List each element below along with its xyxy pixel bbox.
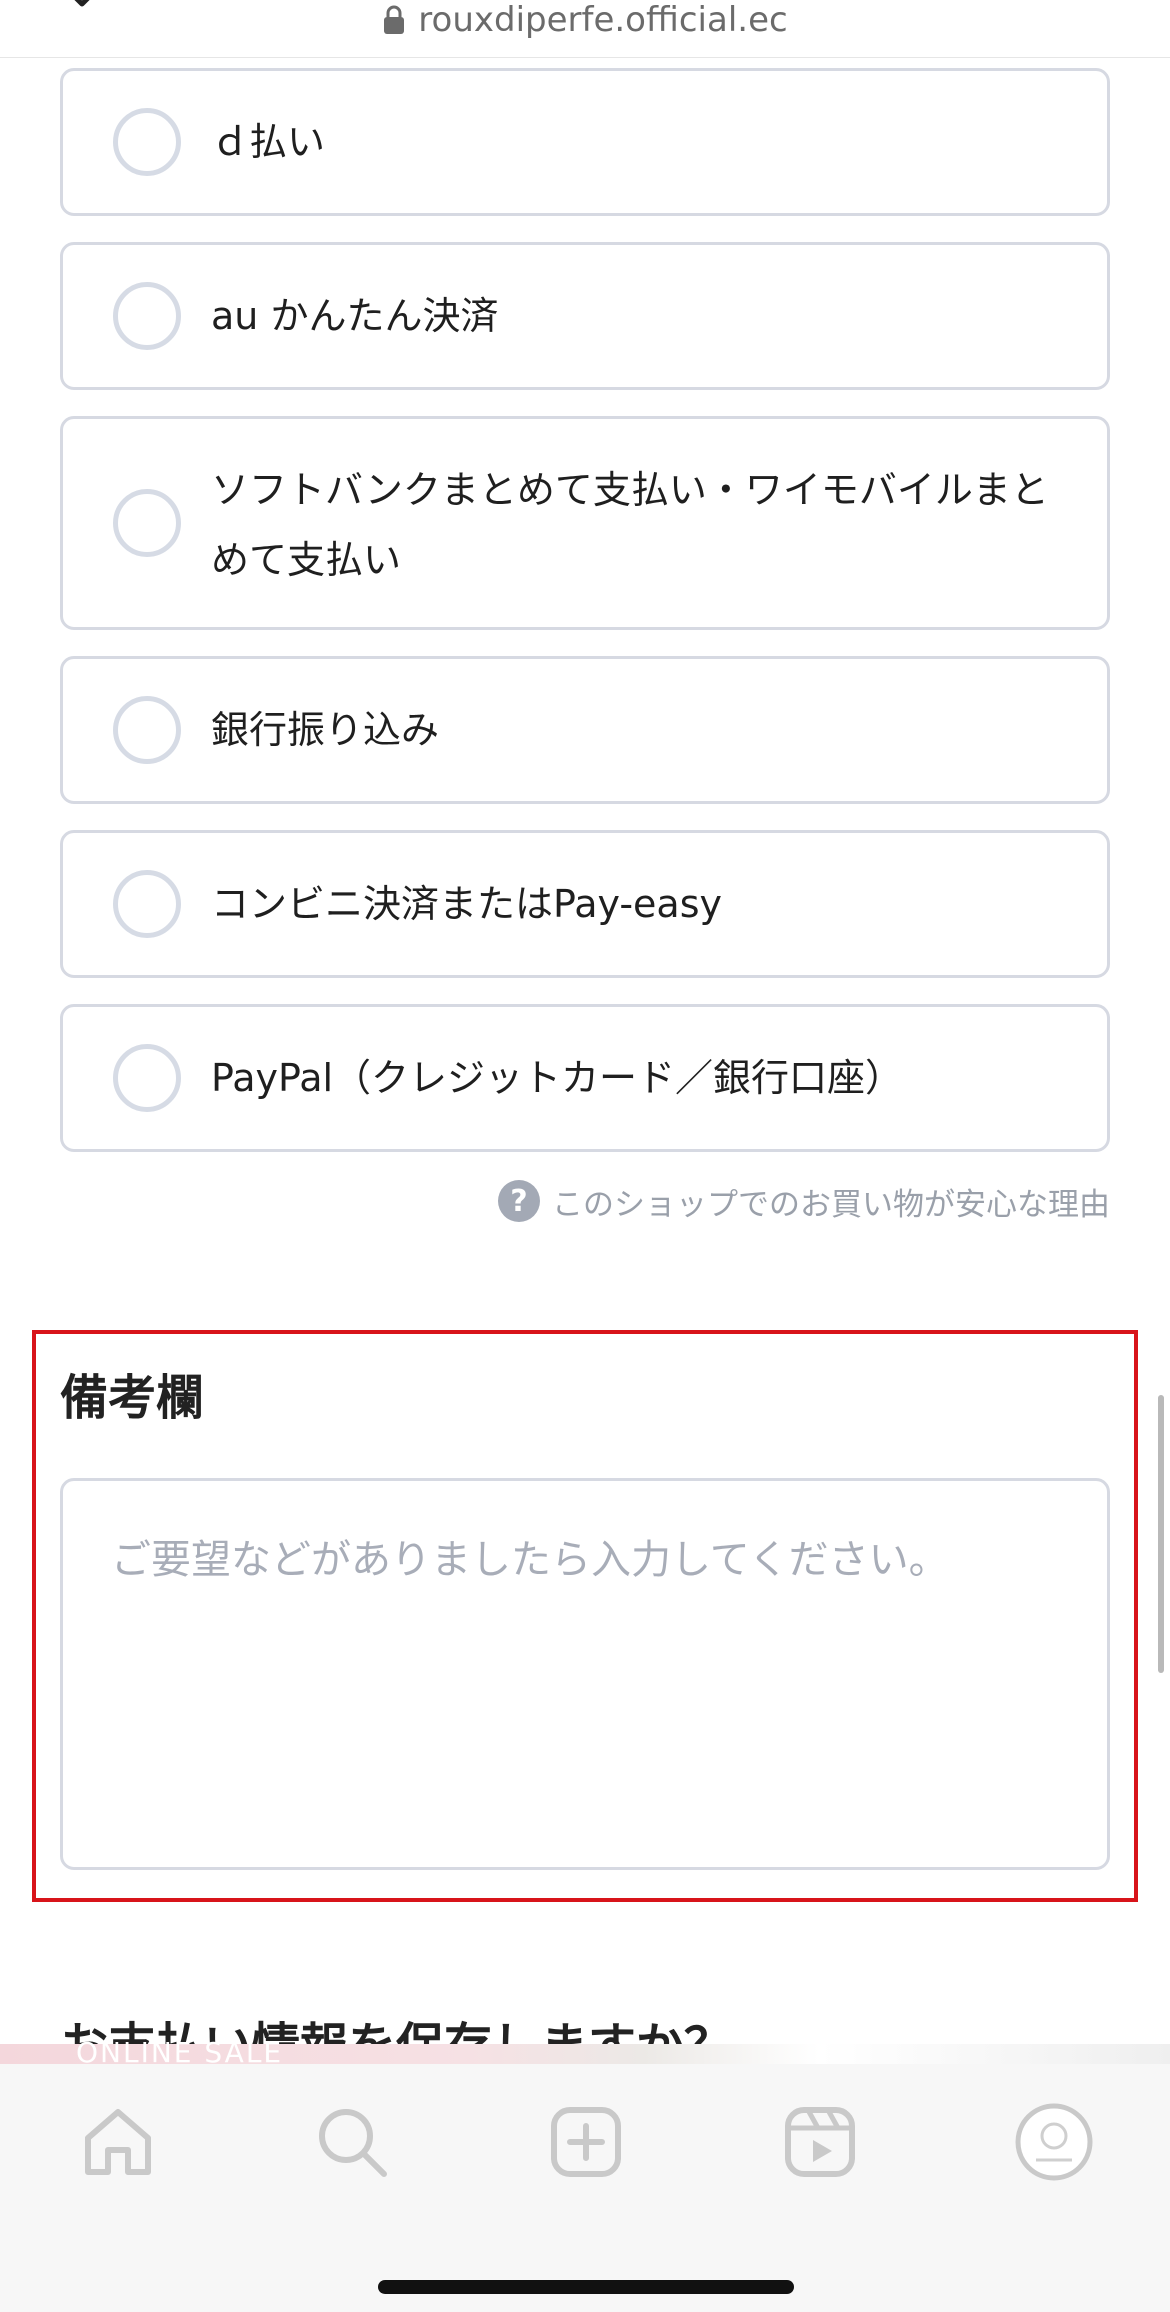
help-link-text: このショップでのお買い物が安心な理由 — [552, 1186, 1110, 1223]
lock-icon — [384, 5, 405, 34]
profile-avatar[interactable] — [1014, 2102, 1094, 2182]
notes-title: 備考欄 — [60, 1370, 205, 1426]
url-display[interactable]: rouxdiperfe.official.ec — [0, 0, 1170, 40]
search-icon[interactable] — [312, 2102, 392, 2182]
bottom-navigation-bar — [0, 2064, 1170, 2312]
payment-option-label: 銀行振り込み — [211, 708, 440, 752]
payment-option-d-barai[interactable]: ｄ払い — [60, 68, 1110, 216]
payment-option-softbank[interactable]: ソフトバンクまとめて支払い・ワイモバイルまとめて支払い — [60, 416, 1110, 630]
checkout-page: rouxdiperfe.official.ec ｄ払い au かんたん決済 ソフ… — [0, 0, 1170, 2312]
radio-button[interactable] — [113, 108, 181, 176]
payment-option-label: au かんたん決済 — [211, 294, 499, 338]
radio-button[interactable] — [113, 696, 181, 764]
radio-button[interactable] — [113, 1044, 181, 1112]
payment-option-au[interactable]: au かんたん決済 — [60, 242, 1110, 390]
payment-option-label: ソフトバンクまとめて支払い・ワイモバイルまとめて支払い — [211, 468, 1049, 582]
payment-option-bank-transfer[interactable]: 銀行振り込み — [60, 656, 1110, 804]
payment-option-paypal[interactable]: PayPal（クレジットカード／銀行口座） — [60, 1004, 1110, 1152]
radio-button[interactable] — [113, 489, 181, 557]
add-icon[interactable] — [546, 2102, 626, 2182]
payment-option-convenience-store[interactable]: コンビニ決済またはPay-easy — [60, 830, 1110, 978]
radio-button[interactable] — [113, 282, 181, 350]
payment-option-label: コンビニ決済またはPay-easy — [211, 882, 722, 926]
home-icon[interactable] — [78, 2102, 158, 2182]
home-indicator[interactable] — [378, 2280, 794, 2294]
page-scrollbar[interactable] — [1158, 1395, 1164, 1673]
payment-option-label: PayPal（クレジットカード／銀行口座） — [211, 1056, 904, 1100]
payment-option-label: ｄ払い — [211, 120, 326, 164]
reels-icon[interactable] — [780, 2102, 860, 2182]
url-text: rouxdiperfe.official.ec — [418, 0, 788, 40]
url-bar: rouxdiperfe.official.ec — [0, 0, 1170, 58]
shopping-safety-help-link[interactable]: ? このショップでのお買い物が安心な理由 — [454, 1178, 1110, 1224]
radio-button[interactable] — [113, 870, 181, 938]
notes-textarea[interactable] — [60, 1478, 1110, 1870]
question-icon: ? — [498, 1180, 540, 1222]
